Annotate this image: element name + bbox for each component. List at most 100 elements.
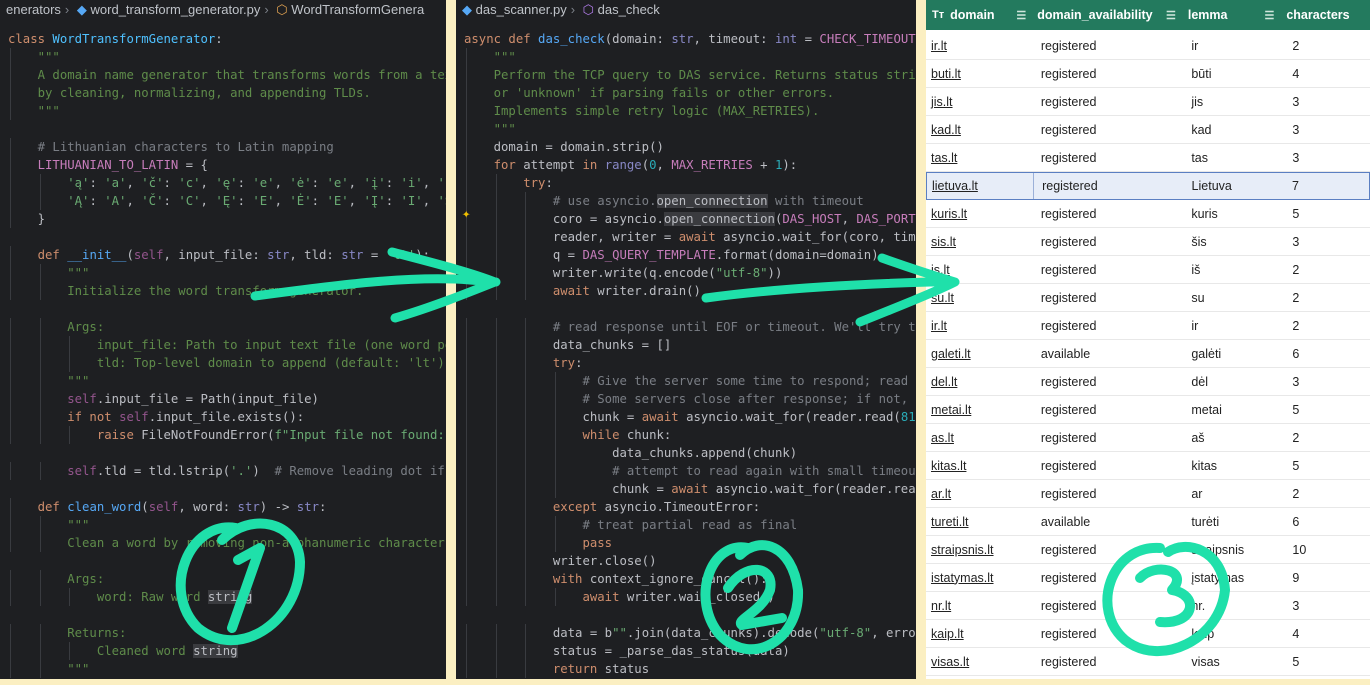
code-line[interactable]: """ <box>456 120 916 138</box>
code-line[interactable]: input_file: Path to input text file (one… <box>0 336 446 354</box>
table-row[interactable]: buti.lt registered būti 4 <box>926 60 1370 88</box>
column-header-domain[interactable]: Tт domain ☰ <box>926 0 1034 30</box>
domain-cell[interactable]: nr.lt <box>926 599 1033 613</box>
results-table[interactable]: Tт domain ☰ domain_availability ☰ lemma … <box>926 0 1370 679</box>
code-line[interactable]: for attempt in range(0, MAX_RETRIES + 1)… <box>456 156 916 174</box>
code-line[interactable]: async def das_check(domain: str, timeout… <box>456 30 916 48</box>
column-header-availability[interactable]: domain_availability ☰ <box>1034 0 1184 30</box>
domain-cell[interactable]: metai.lt <box>926 403 1033 417</box>
domain-cell[interactable]: lietuva.lt <box>927 173 1035 199</box>
code-line[interactable]: A domain name generator that transforms … <box>0 66 446 84</box>
code-line[interactable]: chunk = await asyncio.wait_for(reader.re… <box>456 408 916 426</box>
code-line[interactable]: writer.close() <box>456 552 916 570</box>
code-line[interactable]: Args: <box>0 570 446 588</box>
table-row[interactable]: straipsnis.lt registered straipsnis 10 <box>926 536 1370 564</box>
code-line[interactable]: Args: <box>0 318 446 336</box>
breadcrumb-class[interactable]: WordTransformGenera <box>291 2 424 17</box>
code-line[interactable]: # Some servers close after response; if … <box>456 390 916 408</box>
code-line[interactable]: domain = domain.strip() <box>456 138 916 156</box>
code-line[interactable]: # use asyncio.open_connection with timeo… <box>456 192 916 210</box>
filter-icon[interactable]: ☰ <box>1016 9 1026 22</box>
domain-cell[interactable]: as.lt <box>926 431 1033 445</box>
table-row[interactable]: nr.lt registered nr. 3 <box>926 592 1370 620</box>
code-line[interactable]: with context_ignore_cancel(): <box>456 570 916 588</box>
code-line[interactable] <box>456 300 916 318</box>
code-line[interactable]: chunk = await asyncio.wait_for(reader.re… <box>456 480 916 498</box>
domain-cell[interactable]: del.lt <box>926 375 1033 389</box>
breadcrumb-function[interactable]: das_check <box>598 2 660 17</box>
column-header-lemma[interactable]: lemma ☰ <box>1184 0 1282 30</box>
code-line[interactable]: tld: Top-level domain to append (default… <box>0 354 446 372</box>
code-line[interactable] <box>0 480 446 498</box>
table-row[interactable]: su.lt registered su 2 <box>926 284 1370 312</box>
code-line[interactable]: data_chunks.append(chunk) <box>456 444 916 462</box>
code-line[interactable]: Perform the TCP query to DAS service. Re… <box>456 66 916 84</box>
table-row[interactable]: lietuva.lt registered Lietuva 7 <box>926 172 1370 200</box>
code-line[interactable]: status = _parse_das_status(data) <box>456 642 916 660</box>
code-line[interactable]: Clean a word by removing non-alphanumeri… <box>0 534 446 552</box>
column-header-characters[interactable]: characters <box>1282 0 1370 30</box>
code-line[interactable]: self.input_file = Path(input_file) <box>0 390 446 408</box>
code-line[interactable]: # attempt to read again with small timeo… <box>456 462 916 480</box>
table-row[interactable]: kad.lt registered kad 3 <box>926 116 1370 144</box>
domain-cell[interactable]: galeti.lt <box>926 347 1033 361</box>
code-line[interactable]: """ <box>0 372 446 390</box>
table-row[interactable]: kitas.lt registered kitas 5 <box>926 452 1370 480</box>
table-row[interactable]: tas.lt registered tas 3 <box>926 144 1370 172</box>
code-line[interactable]: Initialize the word transform generator. <box>0 282 446 300</box>
code-line[interactable]: def __init__(self, input_file: str, tld:… <box>0 246 446 264</box>
table-row[interactable]: ir.lt registered ir 2 <box>926 312 1370 340</box>
table-row[interactable]: galeti.lt available galėti 6 <box>926 340 1370 368</box>
code-line[interactable]: 'Ą': 'A', 'Č': 'C', 'Ę': 'E', 'Ė': 'E', … <box>0 192 446 210</box>
code-line[interactable]: q = DAS_QUERY_TEMPLATE.format(domain=dom… <box>456 246 916 264</box>
table-row[interactable]: as.lt registered aš 2 <box>926 424 1370 452</box>
domain-cell[interactable]: visas.lt <box>926 655 1033 669</box>
code-line[interactable]: class WordTransformGenerator: <box>0 30 446 48</box>
code-line[interactable]: """ <box>0 48 446 66</box>
table-row[interactable]: sis.lt registered šis 3 <box>926 228 1370 256</box>
domain-cell[interactable]: is.lt <box>926 263 1033 277</box>
table-row[interactable]: ar.lt registered ar 2 <box>926 480 1370 508</box>
code-line[interactable]: } <box>0 210 446 228</box>
code-line[interactable]: coro = asyncio.open_connection(DAS_HOST,… <box>456 210 916 228</box>
code-line[interactable]: """ <box>0 264 446 282</box>
code-line[interactable]: try: <box>456 174 916 192</box>
code-line[interactable]: """ <box>456 48 916 66</box>
breadcrumb-file[interactable]: das_scanner.py <box>476 2 567 17</box>
domain-cell[interactable]: tas.lt <box>926 151 1033 165</box>
code-line[interactable] <box>0 606 446 624</box>
code-line[interactable]: word: Raw word string <box>0 588 446 606</box>
domain-cell[interactable]: kaip.lt <box>926 627 1033 641</box>
breadcrumb-folder[interactable]: enerators <box>6 2 61 17</box>
code-line[interactable]: await writer.wait_closed() <box>456 588 916 606</box>
domain-cell[interactable]: jis.lt <box>926 95 1033 109</box>
breadcrumb-file[interactable]: word_transform_generator.py <box>91 2 261 17</box>
table-row[interactable]: ir.lt registered ir 2 <box>926 32 1370 60</box>
editor-pane-scanner[interactable]: ◆ das_scanner.py › ⬡ das_check async def … <box>456 0 916 679</box>
ai-sparkle-icon[interactable]: ✦ <box>462 206 470 222</box>
table-row[interactable]: kaip.lt registered kaip 4 <box>926 620 1370 648</box>
code-line[interactable]: # treat partial read as final <box>456 516 916 534</box>
code-line[interactable]: by cleaning, normalizing, and appending … <box>0 84 446 102</box>
code-line[interactable]: 'ą': 'a', 'č': 'c', 'ę': 'e', 'ė': 'e', … <box>0 174 446 192</box>
domain-cell[interactable]: sis.lt <box>926 235 1033 249</box>
domain-cell[interactable]: su.lt <box>926 291 1033 305</box>
code-editor[interactable]: class WordTransformGenerator: """ A doma… <box>0 30 446 678</box>
code-line[interactable]: Implements simple retry logic (MAX_RETRI… <box>456 102 916 120</box>
code-line[interactable] <box>0 444 446 462</box>
table-row[interactable]: metai.lt registered metai 5 <box>926 396 1370 424</box>
editor-pane-generator[interactable]: enerators › ◆ word_transform_generator.py… <box>0 0 446 679</box>
code-line[interactable]: LITHUANIAN_TO_LATIN = { <box>0 156 446 174</box>
code-line[interactable]: # Give the server some time to respond; … <box>456 372 916 390</box>
code-line[interactable]: reader, writer = await asyncio.wait_for(… <box>456 228 916 246</box>
code-line[interactable]: while chunk: <box>456 426 916 444</box>
code-line[interactable]: data = b"".join(data_chunks).decode("utf… <box>456 624 916 642</box>
domain-cell[interactable]: kitas.lt <box>926 459 1033 473</box>
domain-cell[interactable]: istatymas.lt <box>926 571 1033 585</box>
code-line[interactable]: self.tld = tld.lstrip('.') # Remove lead… <box>0 462 446 480</box>
code-line[interactable]: pass <box>456 534 916 552</box>
code-line[interactable]: raise FileNotFoundError(f"Input file not… <box>0 426 446 444</box>
domain-cell[interactable]: kad.lt <box>926 123 1033 137</box>
domain-cell[interactable]: straipsnis.lt <box>926 543 1033 557</box>
code-line[interactable]: await writer.drain() <box>456 282 916 300</box>
